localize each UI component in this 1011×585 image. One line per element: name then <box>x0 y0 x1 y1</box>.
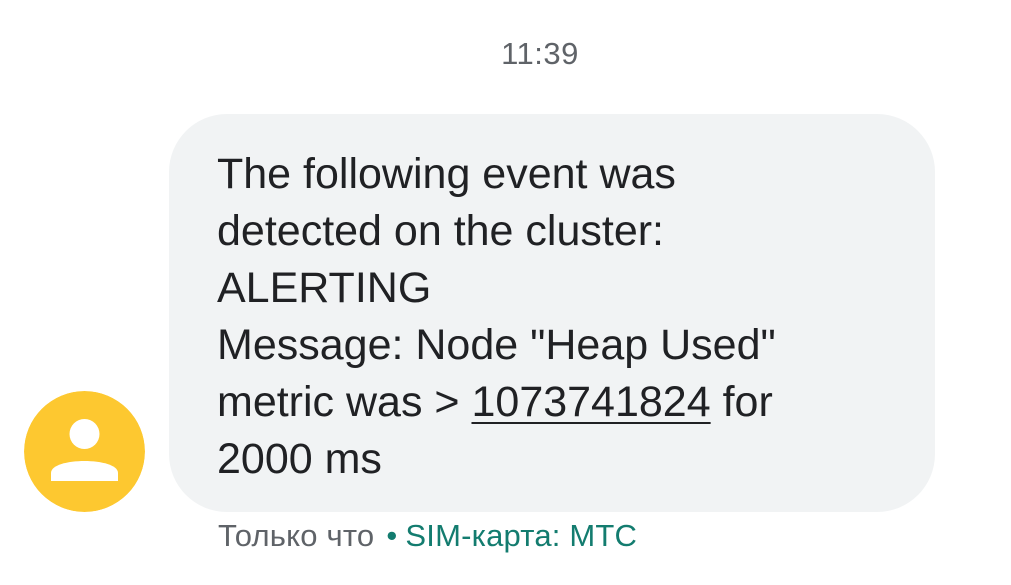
conversation-timestamp: 11:39 <box>501 36 579 71</box>
message-line-2: detected on the cluster: <box>217 207 665 255</box>
message-line-5-suffix: for <box>710 378 773 426</box>
message-line-4: Message: Node "Heap Used" <box>217 321 776 369</box>
message-line-5: metric was > 1073741824 for <box>217 374 895 431</box>
message-line-1: The following event was <box>217 150 676 198</box>
message-line-3: ALERTING <box>217 264 432 312</box>
sender-avatar[interactable] <box>24 391 145 512</box>
sim-label: SIM-карта: МТС <box>405 518 638 553</box>
message-line-6: 2000 ms <box>217 435 382 483</box>
message-meta: Только что • SIM-карта: МТС <box>218 518 637 554</box>
message-line-5-prefix: metric was > <box>217 378 472 426</box>
phone-number-link[interactable]: 1073741824 <box>471 378 710 426</box>
person-icon <box>24 391 145 512</box>
message-bubble[interactable]: The following event was detected on the … <box>169 114 935 512</box>
meta-separator: • <box>386 518 398 553</box>
message-time: Только что <box>218 518 375 553</box>
